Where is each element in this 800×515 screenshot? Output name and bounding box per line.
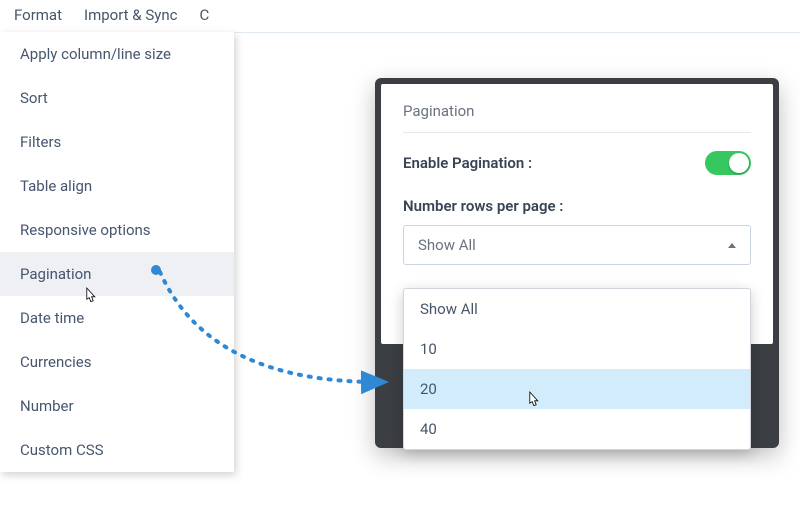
rows-per-page-label: Number rows per page : <box>403 197 751 215</box>
tab-extra[interactable]: C <box>199 6 209 24</box>
menu-item-custom-css[interactable]: Custom CSS <box>0 428 234 472</box>
option-show-all[interactable]: Show All <box>404 289 750 329</box>
menu-item-pagination[interactable]: Pagination <box>0 252 234 296</box>
menu-item-currencies[interactable]: Currencies <box>0 340 234 384</box>
rows-per-page-dropdown: Show All 10 20 40 <box>403 288 751 450</box>
enable-pagination-row: Enable Pagination : <box>403 151 751 175</box>
menu-item-sort[interactable]: Sort <box>0 76 234 120</box>
format-dropdown-menu: Apply column/line size Sort Filters Tabl… <box>0 32 234 472</box>
pagination-panel: Pagination Enable Pagination : Number ro… <box>381 84 773 344</box>
option-10[interactable]: 10 <box>404 329 750 369</box>
menu-item-number[interactable]: Number <box>0 384 234 428</box>
top-tabs: Format Import & Sync C <box>0 0 800 33</box>
menu-item-filters[interactable]: Filters <box>0 120 234 164</box>
rows-per-page-select[interactable]: Show All <box>403 225 751 265</box>
tab-format[interactable]: Format <box>14 6 62 24</box>
menu-item-responsive[interactable]: Responsive options <box>0 208 234 252</box>
tab-import-sync[interactable]: Import & Sync <box>84 6 177 24</box>
caret-up-icon <box>728 243 736 248</box>
toggle-knob <box>729 153 749 173</box>
panel-title: Pagination <box>403 102 751 133</box>
enable-pagination-label: Enable Pagination : <box>403 154 532 172</box>
menu-item-apply-size[interactable]: Apply column/line size <box>0 32 234 76</box>
pagination-panel-wrap: Pagination Enable Pagination : Number ro… <box>375 78 779 448</box>
option-20[interactable]: 20 <box>404 369 750 409</box>
menu-item-table-align[interactable]: Table align <box>0 164 234 208</box>
option-40[interactable]: 40 <box>404 409 750 449</box>
menu-item-date-time[interactable]: Date time <box>0 296 234 340</box>
select-value: Show All <box>418 236 476 254</box>
enable-pagination-toggle[interactable] <box>705 151 751 175</box>
